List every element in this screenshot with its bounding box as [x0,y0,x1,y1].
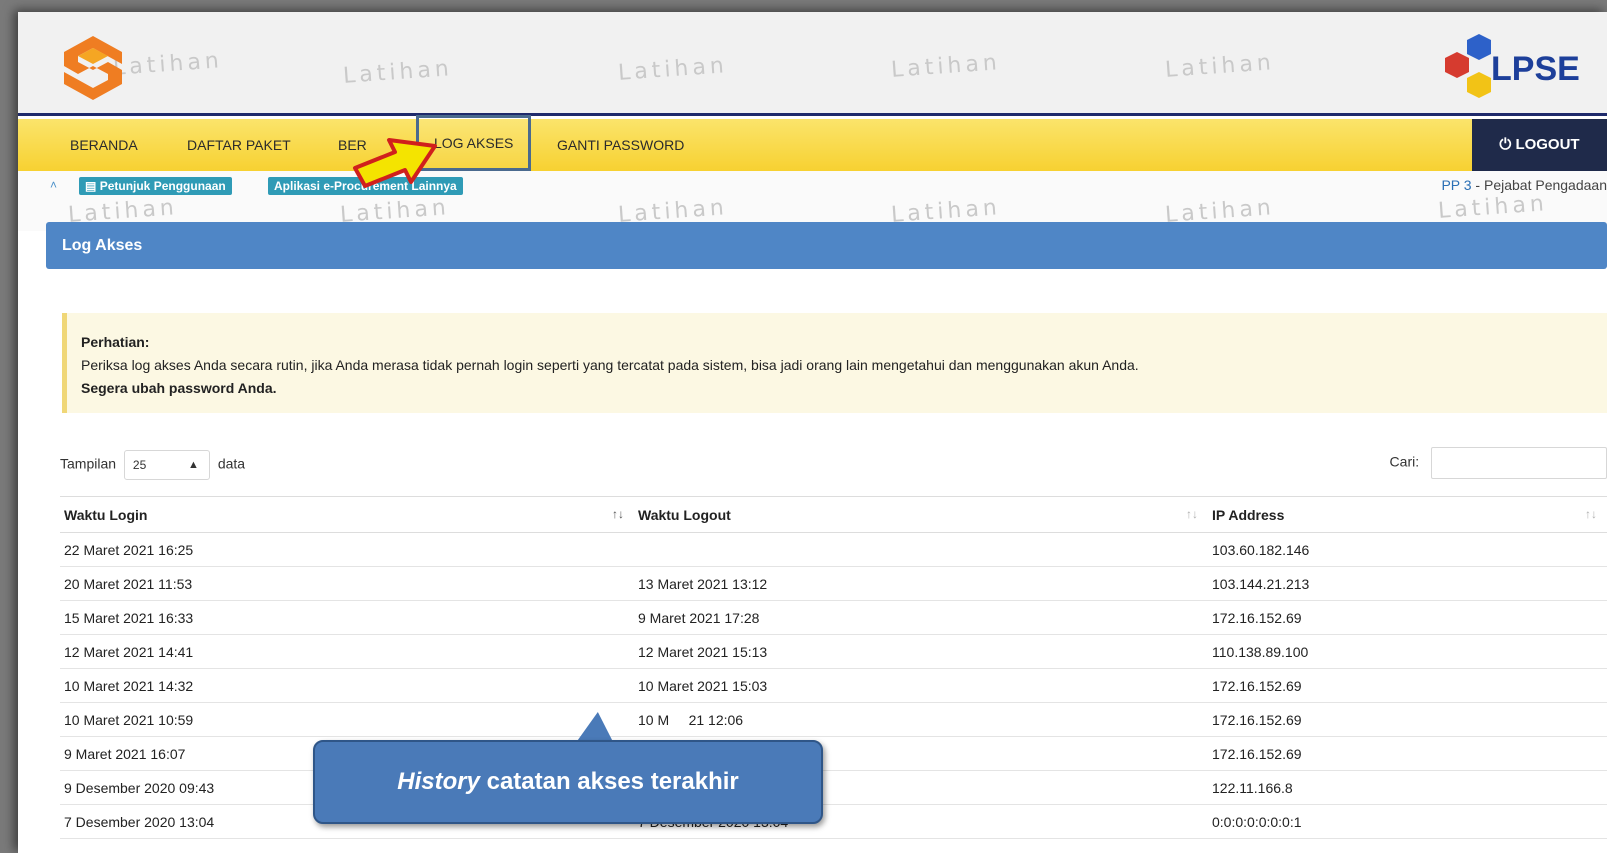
cell-ip: 110.138.89.100 [1208,634,1607,669]
cell-login: 20 Maret 2021 11:53 [60,566,634,601]
logout-button[interactable]: ⏻ LOGOUT [1472,119,1607,171]
table-row: 12 Maret 2021 14:41 12 Maret 2021 15:13 11… [60,634,1607,669]
table-header-row: Waktu Login ↑↓ Waktu Logout ↑↓ IP Addres… [60,496,1607,533]
lpse-logo[interactable]: LPSE [1427,34,1587,98]
search-input[interactable] [1431,447,1607,479]
panel-title: Log Akses [46,222,1607,269]
user-role: PP 3 - Pejabat Pengadaan [1441,177,1607,193]
cell-logout: 12 Maret 2021 15:13 [634,634,1208,669]
table-row: 7 Desember 2020 13:047 Desember 2020 13:… [60,804,1607,839]
petunjuk-label: Petunjuk Penggunaan [99,179,226,193]
page-length-control: Tampilan 25 ▲ data [60,450,245,480]
cell-ip: 172.16.152.69 [1208,736,1607,771]
show-label: Tampilan [60,455,117,472]
col-label: Waktu Logout [638,506,731,523]
table-row: 10 Maret 2021 14:32 10 Maret 2021 15:03 17… [60,668,1607,703]
cell-logout: 10 Maret 2021 15:03 [634,668,1208,703]
watermark-text: Latihan [342,56,454,89]
table-row: 20 Maret 2021 11:53 13 Maret 2021 13:12 10… [60,566,1607,601]
cell-login: 15 Maret 2021 16:33 [60,600,634,635]
nav-daftar-paket[interactable]: DAFTAR PAKET [187,119,291,171]
sort-desc-icon: ↑↓ [612,507,624,521]
lpse-logo-text: LPSE [1491,50,1580,88]
annotation-callout: History catatan akses terakhir [313,740,823,824]
cell-logout [634,532,1208,567]
cell-ip: 0:0:0:0:0:0:0:1 [1208,804,1607,839]
warning-alert: Perhatian: Periksa log akses Anda secara… [62,313,1607,413]
col-ip-address[interactable]: IP Address ↑↓ [1208,496,1607,533]
cell-logout: 9 Maret 2021 17:28 [634,600,1208,635]
col-label: Waktu Login [64,506,148,523]
alert-emphasis: Segera ubah password Anda. [81,380,277,396]
log-akses-panel: Perhatian: Periksa log akses Anda secara… [46,287,1607,853]
watermark-text: Latihan [617,53,729,86]
site-header: Latihan Latihan Latihan Latihan Latihan … [18,12,1607,116]
user-role-code[interactable]: PP 3 [1441,177,1471,193]
cell-logout: 10 M 21 12:06 [634,702,1208,737]
watermark-text: Latihan [890,50,1002,83]
user-role-label: - Pejabat Pengadaan [1471,177,1607,193]
petunjuk-penggunaan-button[interactable]: ▤ Petunjuk Penggunaan [79,177,232,195]
logout-label: LOGOUT [1515,136,1580,153]
col-waktu-login[interactable]: Waktu Login ↑↓ [60,496,634,533]
spse-logo-icon[interactable] [58,34,128,102]
cell-ip: 172.16.152.69 [1208,668,1607,703]
cell-login: 12 Maret 2021 14:41 [60,634,634,669]
chevron-up-icon[interactable]: ˄ [50,178,57,192]
cell-ip: 172.16.152.69 [1208,702,1607,737]
book-icon: ▤ [85,179,97,193]
watermark-text: Latihan [1164,50,1276,83]
callout-text: catatan akses terakhir [479,768,739,795]
cell-ip: 103.60.182.146 [1208,532,1607,567]
watermark-text: Latihan [112,48,224,81]
sort-icon: ↑↓ [1585,507,1597,521]
table-row: 9 Desember 2020 09:433122.11.166.8 [60,770,1607,805]
page-length-value: 25 [132,458,147,472]
table-row: 15 Maret 2021 16:33 9 Maret 2021 17:28 172… [60,600,1607,635]
watermark-text: Latihan [1437,191,1549,224]
cell-ip: 122.11.166.8 [1208,770,1607,805]
callout-italic: History [397,768,480,795]
highlight-arrow-icon [353,138,437,188]
power-icon: ⏻ [1499,136,1512,153]
table-row: 10 Maret 2021 10:59 10 M 21 12:06 172.16.1… [60,702,1607,737]
cell-login: 10 Maret 2021 10:59 [60,702,634,737]
col-waktu-logout[interactable]: Waktu Logout ↑↓ [634,496,1208,533]
browser-frame: Latihan Latihan Latihan Latihan Latihan … [18,12,1607,853]
alert-heading: Perhatian: [81,334,150,350]
table-row: 22 Maret 2021 16:25 103.60.182.146 [60,532,1607,567]
cell-ip: 172.16.152.69 [1208,600,1607,635]
search-control: Cari: [1390,447,1607,479]
data-label: data [217,455,246,472]
nav-beranda[interactable]: BERANDA [70,119,138,171]
table-row: 9 Maret 2021 16:07 172.16.152.69 [60,736,1607,771]
search-label: Cari: [1389,453,1420,470]
select-arrows-icon: ▲ [188,459,199,471]
col-label: IP Address [1212,506,1285,523]
page-length-select[interactable]: 25 ▲ [123,450,210,480]
nav-ganti-password[interactable]: GANTI PASSWORD [557,119,684,171]
main-navbar: BERANDA DAFTAR PAKET BER LOG AKSES GANTI… [18,115,1607,171]
cell-login: 22 Maret 2021 16:25 [60,532,634,567]
log-table: Waktu Login ↑↓ Waktu Logout ↑↓ IP Addres… [60,496,1607,839]
alert-body: Periksa log akses Anda secara rutin, jik… [81,357,1139,373]
cell-login: 10 Maret 2021 14:32 [60,668,634,703]
cell-ip: 103.144.21.213 [1208,566,1607,601]
sort-icon: ↑↓ [1186,507,1198,521]
cell-logout: 13 Maret 2021 13:12 [634,566,1208,601]
